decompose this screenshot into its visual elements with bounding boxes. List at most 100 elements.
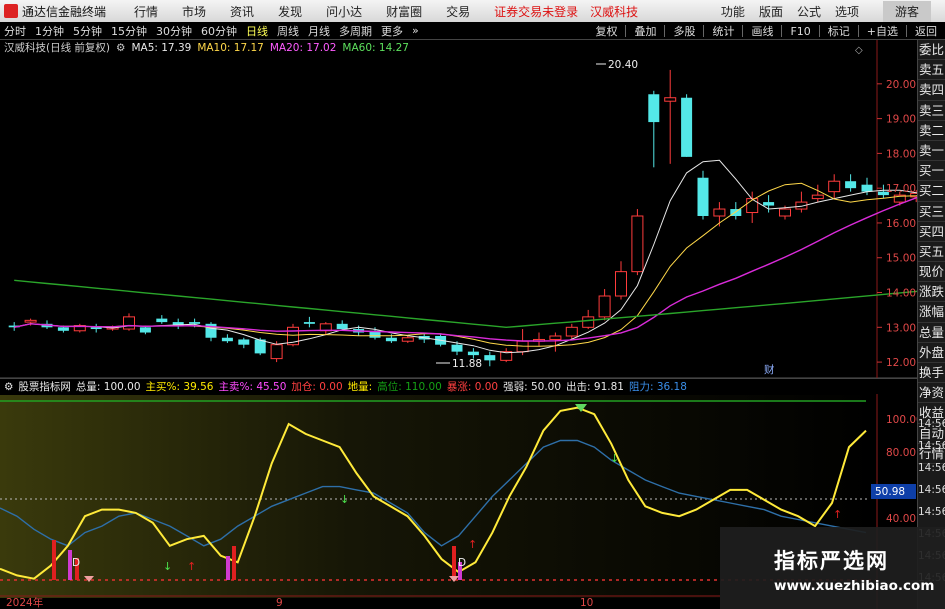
- candle-down: [90, 327, 102, 330]
- price-axis-label: 14.00: [886, 288, 916, 300]
- candle-down: [238, 339, 250, 345]
- candle-up: [713, 208, 726, 217]
- time-stamp: 14:56: [918, 418, 945, 430]
- diamond-icon: ◇: [855, 45, 863, 56]
- ind-add: 加仓: 0.00: [291, 381, 343, 393]
- candle-up: [270, 344, 283, 360]
- candle-up: [631, 215, 644, 273]
- down-arrow-icon: ↓: [163, 560, 172, 573]
- side-panel-item[interactable]: 涨跌: [918, 282, 945, 303]
- candle-down: [336, 323, 348, 330]
- indicator-value-badge-text: 50.98: [875, 486, 905, 498]
- candle-up: [615, 271, 627, 297]
- side-panel-item[interactable]: 换手: [918, 363, 945, 384]
- time-stamp: 14:56: [918, 506, 945, 518]
- indicator-axis-label: 40.00: [886, 513, 916, 525]
- side-panel-item[interactable]: 外盘: [918, 343, 945, 363]
- candle-down: [385, 337, 397, 342]
- ind-resist: 阻力: 36.18: [628, 381, 687, 393]
- candle-down: [156, 318, 168, 323]
- side-panel-item[interactable]: 卖一: [918, 141, 945, 162]
- price-axis-label: 19.00: [886, 114, 916, 126]
- side-panel-item[interactable]: 卖三: [918, 101, 945, 121]
- gear-icon[interactable]: ⚙: [4, 381, 13, 393]
- side-panel-item[interactable]: 卖五: [918, 60, 945, 81]
- candle-down: [681, 97, 693, 157]
- price-axis-label: 17.00: [886, 183, 916, 195]
- candle-down: [451, 344, 463, 352]
- signal-bar: [226, 556, 230, 580]
- ind-ground: 地量:: [347, 381, 373, 393]
- side-panel-item[interactable]: 买三: [918, 202, 945, 222]
- price-axis-label: 13.00: [886, 322, 916, 334]
- candle-up: [582, 316, 595, 328]
- time-stamp: 14:56: [918, 484, 945, 496]
- signal-bar: [52, 540, 56, 580]
- candle-up: [401, 337, 414, 342]
- ind-out: 出击: 91.81: [566, 381, 624, 393]
- side-panel-item[interactable]: 委比: [918, 40, 945, 61]
- candle-down: [861, 184, 873, 192]
- down-arrow-icon: ↓: [610, 452, 619, 465]
- quote-side-panel: 委比 卖五 卖四 卖三 卖二 卖一 买一 买二 买三 买四 买五 现价 涨跌 涨幅 总量 外盘 换手 净资 收益 自动…: [917, 40, 945, 609]
- indicator-bar: ⚙ 股票指标网 总量: 100.00 主买%: 39.56 主卖%: 45.50…: [0, 378, 945, 394]
- candle-down: [484, 355, 496, 361]
- candle-up: [598, 295, 611, 318]
- price-axis-label: 15.00: [886, 253, 916, 265]
- candle-down: [648, 94, 660, 123]
- side-panel-item[interactable]: 现价: [918, 262, 945, 283]
- low-price-label: 11.88: [452, 358, 482, 370]
- side-panel-item[interactable]: 卖四: [918, 80, 945, 101]
- watermark-title: 指标严选网: [774, 549, 889, 573]
- side-panel-item[interactable]: 买四: [918, 222, 945, 242]
- candle-down: [189, 322, 201, 324]
- indicator-name[interactable]: 股票指标网: [18, 379, 71, 394]
- up-arrow-icon: ↑: [468, 538, 477, 551]
- ind-high: 高位: 110.00: [377, 381, 442, 393]
- x-axis-label: 10: [580, 597, 593, 609]
- candle-up: [828, 180, 841, 193]
- candle-down: [221, 337, 233, 342]
- candle-down: [697, 177, 709, 216]
- signal-bar: [452, 546, 456, 580]
- ind-strong: 强弱: 50.00: [503, 381, 562, 393]
- candle-up: [565, 326, 578, 337]
- finance-marker: 财: [764, 363, 775, 376]
- candle-up: [746, 198, 759, 214]
- candle-down: [303, 322, 315, 324]
- price-axis-label: 20.00: [886, 79, 916, 91]
- candle-down: [845, 181, 857, 189]
- candle-up: [549, 335, 562, 340]
- ind-main-sell: 主卖%: 45.50: [218, 381, 287, 393]
- up-arrow-icon: ↑: [187, 560, 196, 573]
- side-panel-item[interactable]: 买二: [918, 181, 945, 202]
- candle-up: [664, 97, 677, 102]
- ind-surge: 暴涨: 0.00: [446, 381, 499, 393]
- candle-up: [779, 208, 791, 217]
- side-panel-item[interactable]: 总量: [918, 323, 945, 343]
- x-axis-label: 9: [276, 597, 283, 609]
- side-panel-item[interactable]: 买一: [918, 161, 945, 182]
- side-panel-item[interactable]: 净资: [918, 383, 945, 404]
- candle-down: [467, 351, 479, 356]
- price-axis-label: 16.00: [886, 218, 916, 230]
- signal-bar: [232, 546, 236, 580]
- candle-down: [763, 202, 775, 206]
- watermark-url: www.xuezhibiao.com: [774, 578, 935, 594]
- candle-up: [123, 316, 135, 330]
- side-panel-item[interactable]: 涨幅: [918, 302, 945, 323]
- watermark: 指标严选网 www.xuezhibiao.com: [720, 527, 945, 609]
- time-stamp: 14:56: [918, 440, 945, 452]
- time-stamp: 14:56: [918, 462, 945, 474]
- d-marker: D: [458, 557, 466, 569]
- ma60-line: [14, 279, 945, 329]
- price-chart[interactable]: ↓↓↓↑↑↑D D 20.0019.0018.0017.0016.0015.001…: [0, 0, 945, 609]
- side-panel-item[interactable]: 卖二: [918, 121, 945, 141]
- ind-main-buy: 主买%: 39.56: [145, 381, 214, 393]
- indicator-axis-label: 80.00: [886, 447, 916, 459]
- price-axis-label: 12.00: [886, 357, 916, 369]
- candle-up: [811, 194, 824, 200]
- down-arrow-icon: ↓: [340, 493, 349, 506]
- side-panel-item[interactable]: 买五: [918, 242, 945, 263]
- candle-down: [57, 327, 69, 331]
